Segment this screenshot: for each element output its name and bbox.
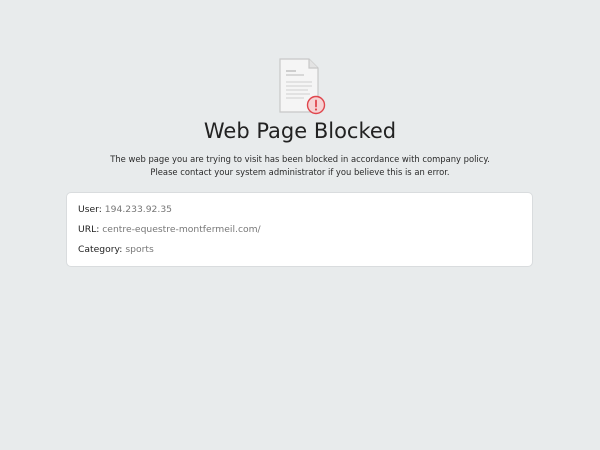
url-value: centre-equestre-montfermeil.com/ xyxy=(102,224,261,235)
alert-icon xyxy=(306,95,326,115)
blocked-document-icon xyxy=(279,58,326,115)
category-value: sports xyxy=(125,244,154,255)
user-row: User: 194.233.92.35 xyxy=(78,203,172,217)
user-label: User: xyxy=(78,204,102,215)
category-row: Category: sports xyxy=(78,243,154,257)
page-title: Web Page Blocked xyxy=(203,119,397,143)
url-row: URL: centre-equestre-montfermeil.com/ xyxy=(78,223,261,237)
category-label: Category: xyxy=(78,244,123,255)
url-label: URL: xyxy=(78,224,100,235)
user-value: 194.233.92.35 xyxy=(104,204,173,215)
block-message: The web page you are trying to visit has… xyxy=(110,154,490,177)
details-card: User: 194.233.92.35 URL: centre-equestre… xyxy=(66,192,533,267)
block-page: Web Page Blocked The web page you are tr… xyxy=(0,0,600,450)
